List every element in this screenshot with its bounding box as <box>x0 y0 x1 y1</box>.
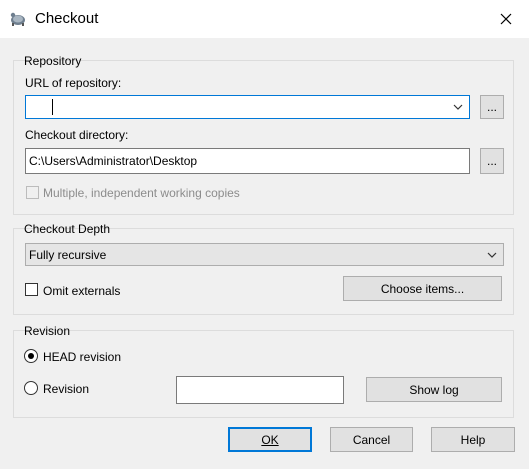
head-revision-radio[interactable] <box>24 349 38 363</box>
revision-radio[interactable] <box>24 381 38 395</box>
checkout-dir-input[interactable]: C:\Users\Administrator\Desktop <box>25 148 470 174</box>
dir-browse-button[interactable]: ... <box>480 148 504 174</box>
close-button[interactable] <box>483 0 529 38</box>
revision-label: Revision <box>43 382 90 396</box>
ok-label: OK <box>261 432 279 447</box>
choose-items-label: Choose items... <box>380 281 465 296</box>
dir-browse-label: ... <box>486 154 497 168</box>
radio-selected-dot <box>28 353 34 359</box>
omit-externals-checkbox[interactable] <box>25 283 38 296</box>
checkout-depth-group: Checkout Depth <box>13 222 514 315</box>
tortoisesvn-icon <box>10 12 25 26</box>
window-title: Checkout <box>35 10 99 27</box>
multiple-copies-checkbox[interactable] <box>26 186 39 199</box>
chevron-down-icon[interactable] <box>453 103 463 111</box>
show-log-button[interactable]: Show log <box>366 377 502 402</box>
depth-select[interactable]: Fully recursive <box>25 243 504 266</box>
chevron-down-icon <box>487 252 497 258</box>
text-caret <box>52 99 53 115</box>
depth-selected-value: Fully recursive <box>29 248 107 262</box>
ok-button[interactable]: OK <box>228 427 312 452</box>
url-label: URL of repository: <box>25 76 122 90</box>
multiple-copies-label: Multiple, independent working copies <box>43 186 240 200</box>
show-log-label: Show log <box>409 382 459 397</box>
checkout-dir-value: C:\Users\Administrator\Desktop <box>29 154 198 168</box>
url-browse-label: ... <box>486 100 497 114</box>
omit-externals-label: Omit externals <box>43 284 121 298</box>
help-button[interactable]: Help <box>431 427 515 452</box>
repository-group-title: Repository <box>24 54 82 68</box>
revision-group: Revision <box>13 324 514 418</box>
choose-items-button[interactable]: Choose items... <box>343 276 502 301</box>
url-browse-button[interactable]: ... <box>480 95 504 119</box>
cancel-button[interactable]: Cancel <box>330 427 413 452</box>
close-icon <box>500 13 512 25</box>
revision-group-title: Revision <box>24 324 71 338</box>
revision-input[interactable] <box>176 376 344 404</box>
url-input[interactable] <box>25 95 470 119</box>
checkout-depth-group-title: Checkout Depth <box>24 222 111 236</box>
title-bar: Checkout <box>0 0 529 38</box>
cancel-label: Cancel <box>352 432 391 447</box>
head-revision-label: HEAD revision <box>43 350 122 364</box>
dir-label: Checkout directory: <box>25 128 129 142</box>
help-label: Help <box>460 432 486 447</box>
